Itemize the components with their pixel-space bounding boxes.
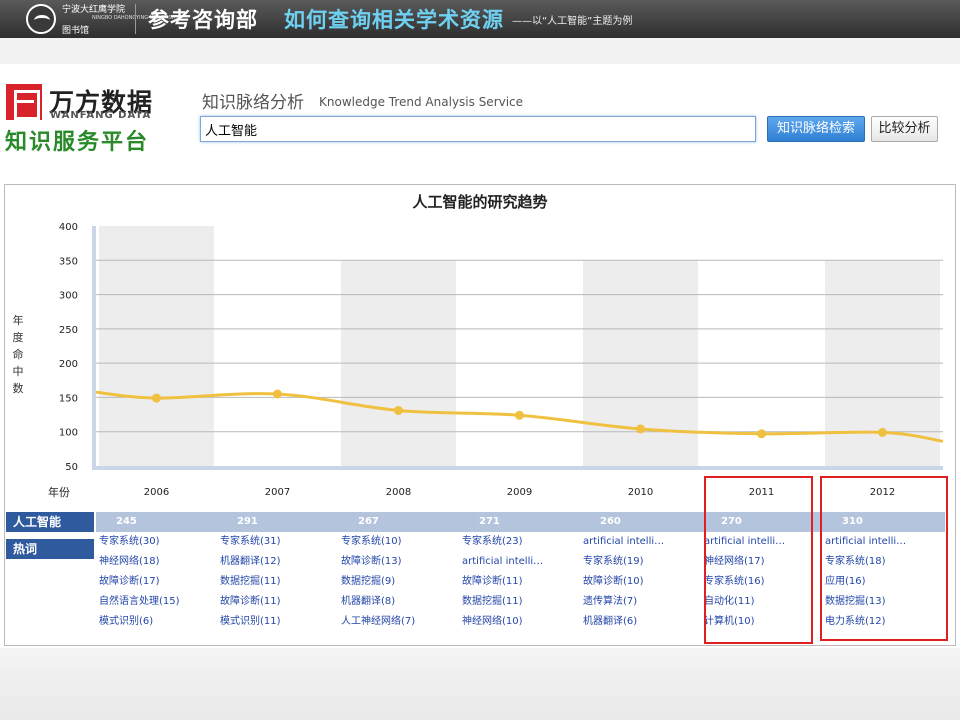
y-tick-label: 200 — [59, 359, 78, 370]
data-point — [878, 427, 887, 437]
hot-word-link[interactable]: 自然语言处理(15) — [99, 593, 217, 611]
data-point — [152, 393, 161, 403]
x-tick-label: 2010 — [628, 487, 653, 498]
hot-word-link[interactable]: 故障诊断(10) — [583, 573, 701, 591]
y-tick-label: 300 — [59, 291, 78, 302]
y-tick-label: 150 — [59, 393, 78, 404]
y-tick-label: 50 — [65, 462, 78, 473]
hot-word-link[interactable]: 专家系统(10) — [341, 533, 459, 551]
y-tick-label: 350 — [59, 256, 78, 267]
data-point — [636, 424, 645, 434]
hot-word-link[interactable]: 故障诊断(11) — [220, 593, 338, 611]
hot-word-link[interactable]: 神经网络(10) — [462, 613, 580, 631]
hot-word-link[interactable]: 机器翻译(12) — [220, 553, 338, 571]
year-count: 245 — [116, 516, 137, 527]
hot-words-row-header: 热词 — [6, 539, 94, 559]
data-point — [757, 429, 766, 439]
y-axis-line — [92, 226, 96, 470]
trend-chart: 400 350 300 250 200 150 100 50 2006 2007 2008 2009… — [59, 222, 944, 498]
x-tick-label: 2007 — [265, 487, 290, 498]
y-tick-label: 250 — [59, 325, 78, 336]
hot-word-link[interactable]: 故障诊断(11) — [462, 573, 580, 591]
hot-word-link[interactable]: 数据挖掘(9) — [341, 573, 459, 591]
hot-word-link[interactable]: 故障诊断(17) — [99, 573, 217, 591]
x-tick-label: 2006 — [144, 487, 169, 498]
hot-word-link[interactable]: 专家系统(19) — [583, 553, 701, 571]
highlight-2012 — [820, 476, 948, 641]
y-tick-label: 400 — [59, 222, 78, 233]
hot-word-link[interactable]: 故障诊断(13) — [341, 553, 459, 571]
year-count: 291 — [237, 516, 258, 527]
y-tick-label: 100 — [59, 428, 78, 439]
hot-word-link[interactable]: 遗传算法(7) — [583, 593, 701, 611]
data-point — [394, 405, 403, 415]
hot-word-link[interactable]: 专家系统(31) — [220, 533, 338, 551]
hot-word-link[interactable]: 数据挖掘(11) — [220, 573, 338, 591]
year-count: 267 — [358, 516, 379, 527]
hot-word-link[interactable]: 数据挖掘(11) — [462, 593, 580, 611]
hot-word-link[interactable]: 机器翻译(8) — [341, 593, 459, 611]
year-count: 260 — [600, 516, 621, 527]
hot-word-link[interactable]: 神经网络(18) — [99, 553, 217, 571]
hot-word-link[interactable]: artificial intelli… — [583, 533, 701, 551]
hot-word-link[interactable]: 模式识别(6) — [99, 613, 217, 631]
x-axis-label: 年份 — [48, 486, 70, 499]
hot-word-link[interactable]: 机器翻译(6) — [583, 613, 701, 631]
count-row — [96, 512, 945, 532]
hot-word-link[interactable]: 专家系统(23) — [462, 533, 580, 551]
hot-word-link[interactable]: 人工神经网络(7) — [341, 613, 459, 631]
term-row-header: 人工智能 — [6, 512, 94, 532]
hot-word-link[interactable]: 专家系统(30) — [99, 533, 217, 551]
page-bottom — [0, 648, 960, 720]
chart-band — [99, 226, 214, 466]
hot-word-link[interactable]: 模式识别(11) — [220, 613, 338, 631]
year-count: 271 — [479, 516, 500, 527]
data-point — [515, 410, 524, 420]
hot-word-link[interactable]: artificial intelli… — [462, 553, 580, 571]
x-tick-label: 2008 — [386, 487, 411, 498]
x-axis-line — [92, 466, 943, 470]
x-tick-label: 2009 — [507, 487, 532, 498]
highlight-2011 — [704, 476, 813, 644]
data-point — [273, 389, 282, 399]
